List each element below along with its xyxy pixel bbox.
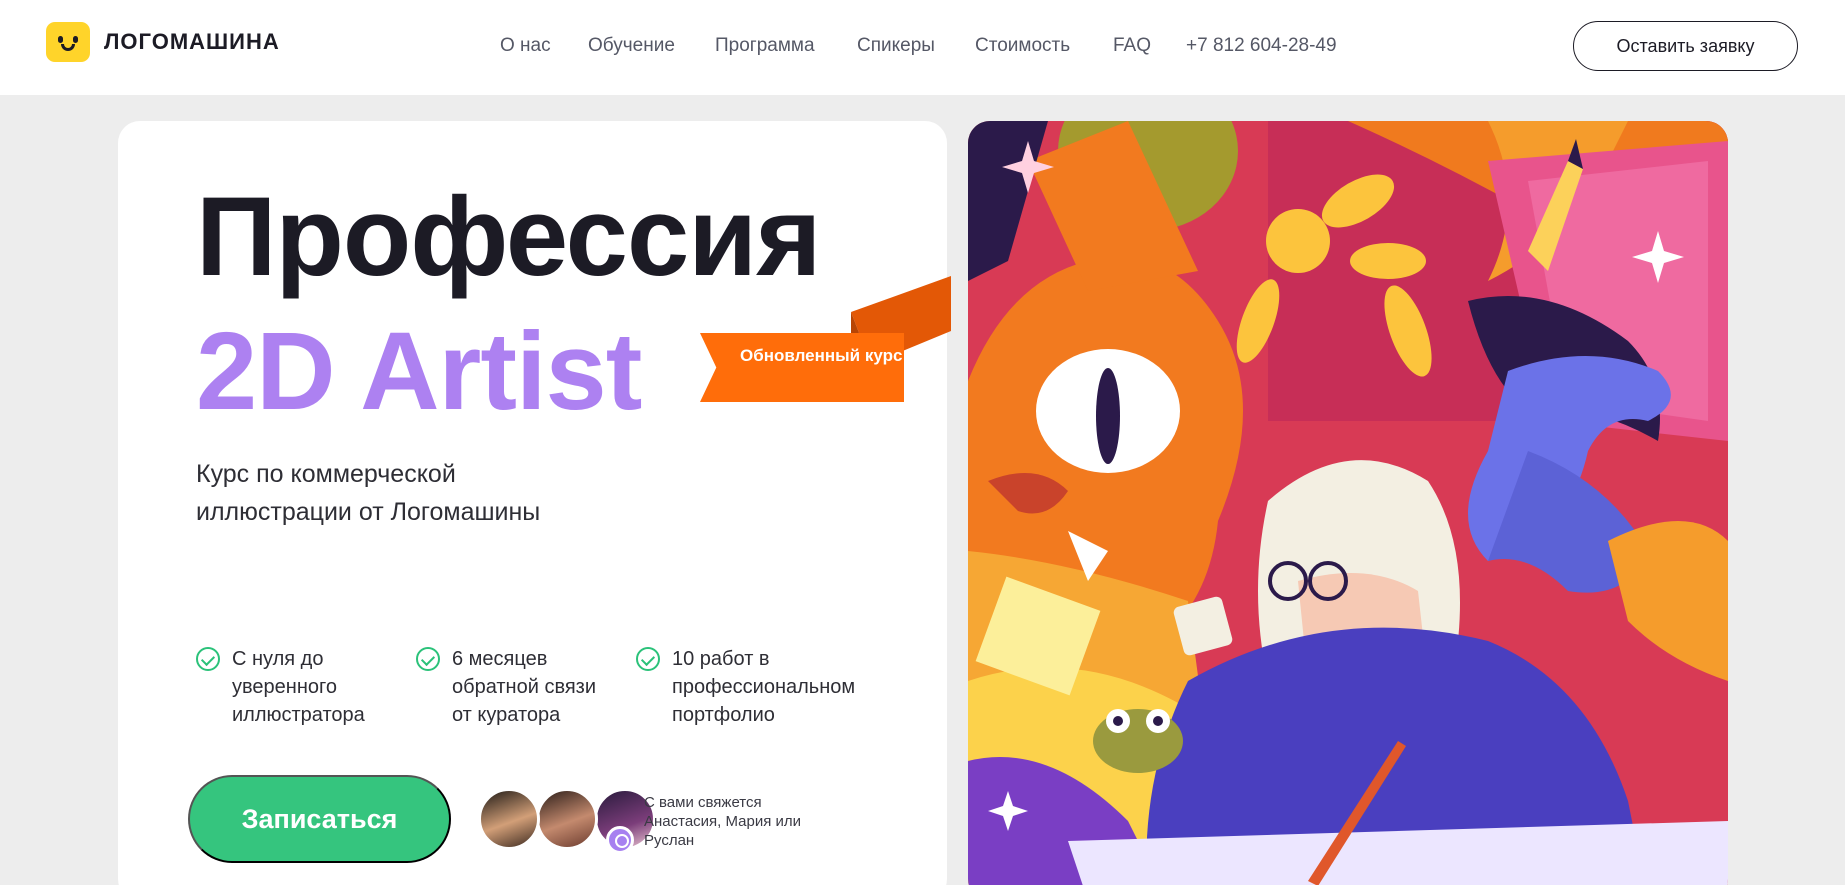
enroll-button[interactable]: Записаться (188, 775, 451, 863)
feature-text: 10 работ в профессиональном портфолио (672, 648, 856, 726)
site-header: ЛОГОМАШИНА О нас Обучение Программа Спик… (0, 0, 1845, 95)
nav-item-faq[interactable]: FAQ (1113, 35, 1151, 57)
nav-item-about[interactable]: О нас (500, 35, 551, 57)
check-icon (636, 647, 660, 671)
curator-avatars (478, 788, 656, 854)
check-icon (196, 647, 220, 671)
nav-item-phone[interactable]: +7 812 604-28-49 (1186, 35, 1337, 57)
updated-course-badge: Обновленный курс (700, 333, 904, 402)
feature-item: С нуля до уверенного иллюстратора (196, 645, 386, 729)
leave-request-button[interactable]: Оставить заявку (1573, 21, 1798, 71)
feature-item: 6 месяцев обратной связи от куратора (416, 645, 616, 729)
hero-title-accent: 2D Artist (196, 310, 642, 433)
contact-note: С вами свяжется Анастасия, Мария или Рус… (644, 794, 802, 849)
nav-item-price[interactable]: Стоимость (975, 35, 1070, 57)
feature-text: С нуля до уверенного иллюстратора (232, 648, 365, 726)
illustration-cat-artist-icon (968, 121, 1728, 885)
feature-text: 6 месяцев обратной связи от куратора (452, 648, 597, 726)
avatar (536, 788, 598, 850)
feature-item: 10 работ в профессиональном портфолио (636, 645, 876, 729)
nav-item-speakers[interactable]: Спикеры (857, 35, 935, 57)
main-nav: О нас Обучение Программа Спикеры Стоимос… (0, 35, 1845, 59)
nav-item-program[interactable]: Программа (715, 35, 815, 57)
hero-card: Профессия 2D Artist Обновленный курс Кур… (118, 121, 951, 885)
check-icon (416, 647, 440, 671)
avatar (478, 788, 540, 850)
hero-title: Профессия (196, 174, 821, 299)
online-badge-icon (606, 826, 634, 854)
hero-subtitle: Курс по коммерческой иллюстрации от Лого… (196, 460, 541, 526)
nav-item-education[interactable]: Обучение (588, 35, 675, 57)
hero-illustration (968, 121, 1728, 885)
